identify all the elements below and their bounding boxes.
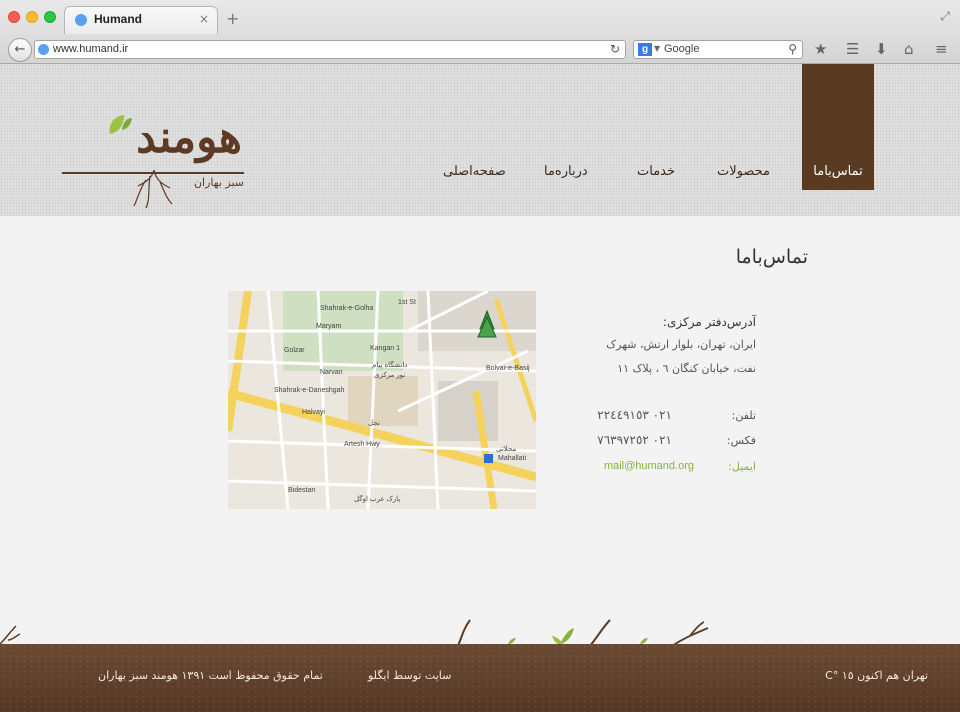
map-label: Bolvar-e-Basij — [486, 365, 530, 372]
leaf-icon — [109, 115, 132, 134]
roots-icon — [133, 169, 173, 209]
map-label: نور مرکزی — [374, 372, 406, 379]
star-icon[interactable]: ★ — [814, 40, 827, 58]
back-button[interactable]: ← — [8, 38, 32, 62]
url-bar[interactable]: www.humand.ir ↻ — [34, 40, 626, 59]
logo-subtitle: سبز بهاران — [193, 176, 244, 189]
footer-credit[interactable]: سایت توسط ایگلو — [368, 669, 451, 682]
search-icon[interactable]: ⚲ — [788, 42, 797, 56]
logo-wordmark: هومند — [136, 112, 242, 163]
site-header: هومند سبز بهاران تماس‌باما محصولات خدمات… — [0, 64, 960, 216]
map-label: محلاتی — [496, 446, 517, 453]
map-labels: Shahrak-e-Golha 1st St Maryam Golzar Nar… — [228, 291, 536, 509]
nav-about[interactable]: درباره‌ما — [544, 164, 588, 179]
browser-tab[interactable]: Humand × — [64, 6, 218, 34]
search-input[interactable]: Google — [664, 43, 699, 55]
nav-services[interactable]: خدمات — [637, 164, 675, 179]
fax-label: فکس: — [726, 434, 756, 447]
map-label: Maryam — [316, 323, 342, 330]
search-bar[interactable]: g ▼ Google ⚲ — [633, 40, 803, 59]
google-icon[interactable]: g — [638, 43, 652, 56]
close-window-button[interactable] — [8, 11, 20, 23]
map-label: Shahrak-e-Golha — [320, 305, 374, 312]
nav-home[interactable]: صفحه‌اصلی — [443, 164, 506, 179]
menu-icon[interactable]: ≡ — [935, 40, 948, 58]
map-label: Halvayi — [302, 409, 325, 416]
fullscreen-icon[interactable]: ⤢ — [940, 9, 950, 24]
phone-value: ٠٢١ ٢٢٤٤٩١٥٣ — [597, 408, 672, 422]
map-label: Shahrak-e-Daneshgah — [274, 387, 345, 394]
zoom-window-button[interactable] — [44, 11, 56, 23]
url-text: www.humand.ir — [53, 43, 129, 55]
new-tab-button[interactable]: + — [226, 9, 239, 28]
download-icon[interactable]: ⬇ — [875, 40, 888, 58]
address-line: ایران، تهران، بلوار ارتش، شهرک — [606, 338, 756, 351]
globe-icon — [38, 44, 49, 55]
web-page: هومند سبز بهاران تماس‌باما محصولات خدمات… — [0, 64, 960, 712]
chevron-down-icon: ▼ — [654, 44, 661, 53]
email-label: ایمیل: — [728, 460, 756, 473]
nav-products[interactable]: محصولات — [717, 164, 770, 179]
globe-icon — [75, 14, 87, 26]
map-label: دانشگاه پیام — [372, 362, 408, 369]
map-label: Mahallati — [498, 455, 527, 462]
tab-title: Humand — [94, 12, 142, 26]
site-logo[interactable]: هومند سبز بهاران — [62, 108, 248, 212]
map-label: Artesh Hwy — [344, 441, 380, 448]
close-tab-icon[interactable]: × — [199, 12, 209, 26]
map-label: 1st St — [398, 299, 416, 306]
nav-contact[interactable]: تماس‌باما — [802, 64, 874, 190]
email-link[interactable]: mail@humand.org — [604, 460, 694, 472]
map-label: نجل — [368, 420, 380, 427]
phone-label: تلفن: — [731, 409, 756, 422]
browser-chrome: Humand × + ⤢ ← www.humand.ir ↻ g ▼ Googl… — [0, 0, 960, 64]
reload-icon[interactable]: ↻ — [610, 42, 620, 56]
minimize-window-button[interactable] — [26, 11, 38, 23]
fax-value: ٠٢١ ٧٦٣٩٧٢٥٢ — [597, 433, 672, 447]
reading-list-icon[interactable]: ☰ — [846, 40, 859, 58]
home-icon[interactable]: ⌂ — [904, 40, 914, 58]
map-label: Kangan 1 — [370, 345, 400, 352]
map-label: Narvan — [320, 369, 343, 376]
footer-weather: تهران هم اکنون ١٥ °C — [825, 669, 928, 682]
footer-copyright: تمام حقوق محفوظ است ١٣٩١ هومند سبز بهارا… — [98, 669, 323, 682]
page-title: تماس‌باما — [735, 246, 808, 268]
map-label: پارک عرب اوگل — [354, 496, 401, 503]
location-map[interactable]: Shahrak-e-Golha 1st St Maryam Golzar Nar… — [228, 291, 536, 509]
back-arrow-icon: ← — [14, 42, 26, 57]
map-label: Golzar — [284, 347, 305, 354]
map-label: Bidestan — [288, 487, 316, 494]
address-heading: آدرس‌دفتر مرکزی: — [662, 315, 756, 329]
address-line: نفت، خیابان کنگان ٦ ، پلاک ١١ — [617, 362, 756, 375]
